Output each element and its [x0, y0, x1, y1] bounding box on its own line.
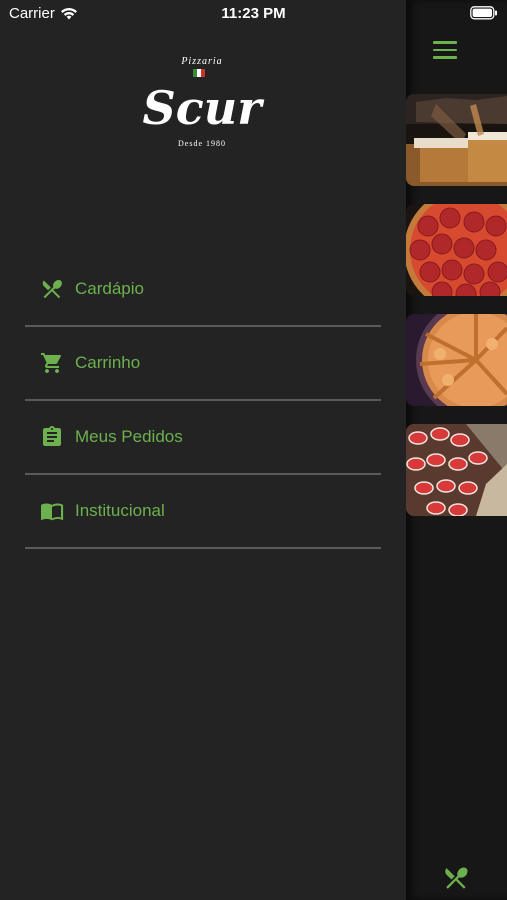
book-icon [40, 499, 64, 523]
cart-icon [40, 351, 64, 375]
pizzaria-scur-logo: Pizzaria Scur Desde 1980 [140, 52, 266, 152]
side-drawer: Pizzaria Scur Desde 1980 Cardápio Carrin… [0, 0, 406, 900]
menu-item-institucional[interactable]: Institucional [25, 475, 381, 549]
battery-icon [470, 6, 498, 24]
menu-item-label: Cardápio [75, 279, 144, 298]
main-content-peek[interactable] [406, 0, 507, 900]
menu-item-meus-pedidos[interactable]: Meus Pedidos [25, 401, 381, 475]
menu-item-label: Meus Pedidos [75, 427, 183, 446]
menu-item-label: Institucional [75, 501, 165, 520]
pepperoni-pizza-photo[interactable] [406, 204, 507, 296]
drawer-menu: Cardápio Carrinho Meus Pedidos Instituci… [25, 253, 381, 549]
menu-item-carrinho[interactable]: Carrinho [25, 327, 381, 401]
clipboard-icon [40, 425, 64, 449]
fork-knife-icon [40, 277, 64, 301]
strawberry-chocolate-pizza-photo[interactable] [406, 424, 507, 516]
menu-item-cardapio[interactable]: Cardápio [25, 253, 381, 327]
menu-item-label: Carrinho [75, 353, 141, 372]
beer-photo[interactable] [406, 94, 507, 186]
svg-text:Pizzaria: Pizzaria [180, 56, 222, 67]
status-time: 11:23 PM [221, 5, 286, 22]
svg-text:Desde 1980: Desde 1980 [178, 139, 226, 148]
svg-text:Scur: Scur [143, 81, 265, 135]
fork-knife-icon[interactable] [442, 864, 470, 892]
caramel-pizza-photo[interactable] [406, 314, 507, 406]
hamburger-menu-icon[interactable] [433, 41, 457, 63]
status-bar: Carrier 11:23 PM [0, 0, 507, 28]
